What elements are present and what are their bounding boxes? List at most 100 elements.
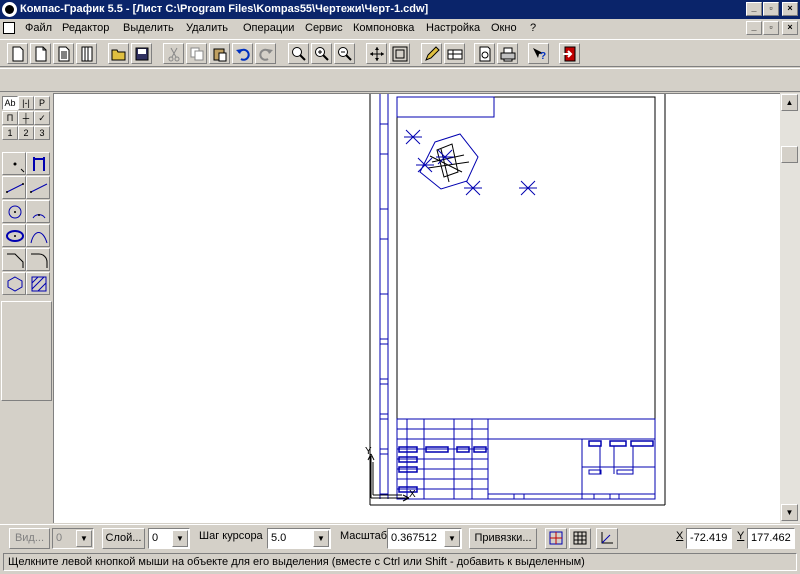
hatch-tool[interactable] <box>26 272 50 295</box>
context-help-button[interactable]: ? <box>528 43 549 64</box>
new-spec-button[interactable] <box>76 43 97 64</box>
cursor-step-combo[interactable]: 5.0 ▼ <box>267 528 331 549</box>
menu-delete[interactable]: Удалить <box>186 22 228 34</box>
layer-dropdown-icon[interactable]: ▼ <box>172 530 188 547</box>
tab-dimensions[interactable]: |-| <box>18 96 34 110</box>
cursor-step-dropdown-icon[interactable]: ▼ <box>313 530 329 547</box>
scroll-thumb[interactable] <box>781 146 798 163</box>
menu-window[interactable]: Окно <box>491 22 517 34</box>
status-message: Щелкните левой кнопкой мыши на объекте д… <box>3 553 797 571</box>
spline-tool[interactable] <box>26 224 50 247</box>
menu-editor[interactable]: Редактор <box>62 22 109 34</box>
polygon-tool[interactable] <box>2 272 26 295</box>
pan-button[interactable] <box>366 43 387 64</box>
tab-measure[interactable]: ┼ <box>18 111 34 125</box>
menu-service[interactable]: Сервис <box>305 22 343 34</box>
new-text-doc-button[interactable] <box>53 43 74 64</box>
view-combo-value: 0 <box>56 532 63 544</box>
arc-tool[interactable] <box>26 200 50 223</box>
tab-editing[interactable]: П <box>2 111 18 125</box>
close-button[interactable]: × <box>782 2 798 16</box>
zoom-out-button[interactable] <box>334 43 355 64</box>
cut-button[interactable] <box>163 43 184 64</box>
doc-close-icon: × <box>787 22 793 32</box>
scale-dropdown-icon[interactable]: ▼ <box>444 530 460 547</box>
scroll-up-button[interactable]: ▲ <box>781 94 798 111</box>
auxiliary-line-tool[interactable] <box>26 152 50 175</box>
standard-toolbar: ? <box>0 39 800 67</box>
tab-1[interactable]: 1 <box>2 126 18 140</box>
kompas-app-icon[interactable] <box>2 2 17 17</box>
menu-select[interactable]: Выделить <box>123 22 174 34</box>
print-preview-button[interactable] <box>474 43 495 64</box>
view-button[interactable]: Вид... <box>9 528 50 549</box>
zoom-button[interactable] <box>288 43 309 64</box>
cursor-step-label: Шаг курсора <box>199 530 263 542</box>
zoom-in-icon <box>315 47 329 61</box>
open-icon <box>111 49 126 61</box>
layer-button[interactable]: Слой... <box>102 528 145 549</box>
y-coord-field[interactable]: 177.462 <box>747 528 795 549</box>
redo-button[interactable] <box>255 43 276 64</box>
scroll-down-button[interactable]: ▼ <box>781 504 798 521</box>
print-button[interactable] <box>497 43 518 64</box>
drawing-canvas[interactable]: Y X <box>53 93 780 523</box>
exit-button[interactable] <box>559 43 580 64</box>
restore-button[interactable]: ▫ <box>763 2 779 16</box>
table-button[interactable] <box>444 43 465 64</box>
tab-3[interactable]: 3 <box>34 126 50 140</box>
tab-parametric[interactable]: ✓ <box>34 111 50 125</box>
tab-2-label: 2 <box>23 128 29 138</box>
ellipse-tool[interactable] <box>2 224 26 247</box>
y-coord-value: 177.462 <box>751 532 791 544</box>
menu-layout[interactable]: Компоновка <box>353 22 414 34</box>
tab-geometry[interactable]: Ab <box>2 96 18 110</box>
menu-settings[interactable]: Настройка <box>426 22 480 34</box>
scale-combo[interactable]: 0.367512 ▼ <box>387 528 462 549</box>
zoom-fit-button[interactable] <box>389 43 410 64</box>
menu-file[interactable]: Файл <box>25 22 52 34</box>
minimize-icon: _ <box>751 3 757 13</box>
new-drawing-button[interactable] <box>7 43 28 64</box>
zoom-in-button[interactable] <box>311 43 332 64</box>
tab-designations[interactable]: P <box>34 96 50 110</box>
doc-minimize-button[interactable]: _ <box>746 21 762 35</box>
menu-operations[interactable]: Операции <box>243 22 294 34</box>
new-fragment-button[interactable] <box>30 43 51 64</box>
circle-tool[interactable] <box>2 200 26 223</box>
segment-icon <box>6 183 24 193</box>
document-icon[interactable] <box>3 22 15 34</box>
paste-button[interactable] <box>209 43 230 64</box>
tab-2[interactable]: 2 <box>18 126 34 140</box>
edit-button[interactable] <box>421 43 442 64</box>
x-coord-field[interactable]: -72.419 <box>686 528 732 549</box>
menu-help[interactable]: ? <box>530 22 536 34</box>
snaps-button[interactable]: Привязки... <box>469 528 537 549</box>
grid-button[interactable] <box>569 528 591 549</box>
view-combo[interactable]: 0 ▼ <box>52 528 94 549</box>
snap-settings-button[interactable] <box>545 528 567 549</box>
local-cs-button[interactable] <box>596 528 618 549</box>
open-button[interactable] <box>108 43 129 64</box>
polygon-icon <box>7 276 23 292</box>
view-dropdown-icon[interactable]: ▼ <box>76 530 92 547</box>
fillet-tool[interactable] <box>26 248 50 271</box>
point-icon <box>13 162 25 173</box>
vertical-scrollbar[interactable]: ▲ ▼ <box>780 93 800 523</box>
doc-close-button[interactable]: × <box>782 21 798 35</box>
undo-button[interactable] <box>232 43 253 64</box>
copy-button[interactable] <box>186 43 207 64</box>
minimize-button[interactable]: _ <box>746 2 762 16</box>
layer-combo[interactable]: 0 ▼ <box>148 528 190 549</box>
point-tool[interactable] <box>2 152 26 175</box>
doc-restore-button[interactable]: ▫ <box>763 21 779 35</box>
segment-parallel-tool[interactable] <box>26 176 50 199</box>
segment-tool[interactable] <box>2 176 26 199</box>
new-fragment-icon <box>35 46 47 62</box>
zoom-out-icon <box>338 47 352 61</box>
compact-toolbar: Ab |-| P П ┼ ✓ 1 2 3 <box>0 93 53 523</box>
save-button[interactable] <box>131 43 152 64</box>
chamfer-tool[interactable] <box>2 248 26 271</box>
undo-icon <box>236 48 250 61</box>
table-icon <box>447 49 463 60</box>
